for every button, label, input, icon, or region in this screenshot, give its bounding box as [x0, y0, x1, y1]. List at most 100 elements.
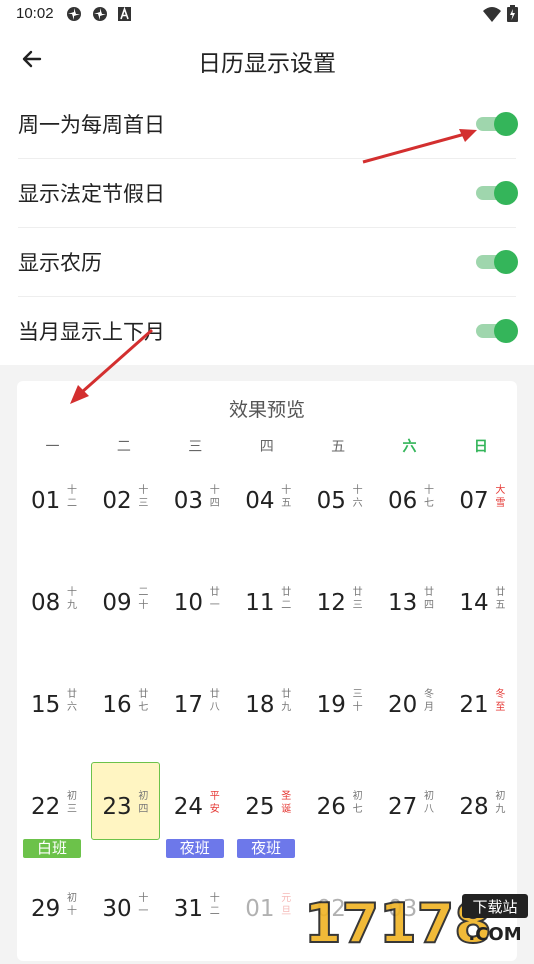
day-number: 17: [173, 692, 204, 718]
calendar-day[interactable]: 16 廿七: [88, 658, 159, 760]
weekday-header: 一: [45, 439, 60, 455]
day-number: 14: [459, 590, 489, 616]
lunar-date: 廿四: [424, 587, 434, 611]
calendar-day[interactable]: 12 廿三: [303, 556, 374, 658]
shift-badge: 夜班: [237, 839, 296, 858]
setting-toggle[interactable]: [474, 319, 518, 343]
calendar-day[interactable]: 05 十六: [303, 454, 374, 556]
pinwheel-icon: [67, 7, 81, 21]
a-icon: [118, 7, 131, 21]
site-watermark-logo: 17178 下载站 .COM: [303, 891, 528, 948]
calendar-day[interactable]: 18 廿九: [231, 658, 302, 760]
day-number: 28: [459, 794, 489, 820]
lunar-date: 十四: [209, 485, 220, 509]
day-number: 11: [245, 590, 275, 616]
svg-text:.COM: .COM: [468, 924, 521, 945]
day-number: 30: [102, 896, 132, 922]
calendar-day[interactable]: 28 初九: [445, 760, 516, 862]
setting-label: 显示法定节假日: [18, 182, 165, 206]
calendar-day[interactable]: 06 十七: [374, 454, 445, 556]
setting-label: 周一为每周首日: [18, 113, 165, 137]
day-number: 06: [388, 488, 418, 514]
lunar-date: 廿二: [281, 587, 292, 611]
calendar-day[interactable]: 21 冬至: [445, 658, 516, 760]
setting-toggle[interactable]: [474, 112, 518, 136]
day-number: 05: [316, 488, 346, 514]
calendar-day[interactable]: 04 十五: [231, 454, 302, 556]
toggle-thumb: [494, 112, 518, 136]
day-number: 01: [245, 896, 275, 922]
calendar-day[interactable]: 30 十一: [88, 862, 159, 964]
calendar-day[interactable]: 01 元旦: [231, 862, 302, 964]
calendar-day[interactable]: 13 廿四: [374, 556, 445, 658]
lunar-date: 十三: [138, 485, 149, 509]
lunar-date: 廿五: [495, 587, 506, 611]
day-number: 21: [459, 692, 489, 718]
day-number: 27: [388, 794, 418, 820]
calendar-day[interactable]: 07 大雪: [445, 454, 516, 556]
calendar-day[interactable]: 19 三十: [303, 658, 374, 760]
calendar-day[interactable]: 24 平安 夜班: [160, 760, 231, 862]
calendar-day[interactable]: 02 十三: [88, 454, 159, 556]
day-number: 29: [31, 896, 61, 922]
weekday-header: 三: [188, 439, 203, 455]
calendar-day[interactable]: 31 十二: [160, 862, 231, 964]
day-number: 07: [459, 488, 489, 514]
shift-badge: 白班: [23, 839, 81, 858]
setting-row[interactable]: 周一为每周首日: [18, 90, 518, 159]
calendar-day[interactable]: 22 初三 白班: [17, 760, 88, 862]
calendar-day[interactable]: 03 十四: [160, 454, 231, 556]
status-bar: 10:02: [0, 0, 534, 30]
lunar-date: 二十: [138, 587, 149, 611]
lunar-date: 十二: [67, 485, 77, 509]
battery-icon: [507, 5, 518, 22]
day-number: 31: [173, 896, 204, 922]
lunar-date: 初十: [67, 893, 77, 917]
day-number: 13: [388, 590, 418, 616]
lunar-date: 初四: [138, 791, 149, 815]
pinwheel-icon: [93, 7, 107, 21]
calendar-day[interactable]: 29 初十: [17, 862, 88, 964]
page-title: 日历显示设置: [198, 51, 336, 77]
calendar-day[interactable]: 17 廿八: [160, 658, 231, 760]
day-number: 01: [31, 488, 61, 514]
lunar-date: 大雪: [495, 485, 506, 509]
lunar-date: 十五: [281, 485, 292, 509]
status-time: 10:02: [16, 5, 54, 22]
lunar-date: 廿八: [209, 689, 220, 713]
setting-row[interactable]: 显示法定节假日: [18, 159, 518, 228]
calendar-day[interactable]: 11 廿二: [231, 556, 302, 658]
lunar-date: 廿七: [138, 689, 149, 713]
lunar-date: 冬至: [495, 689, 506, 713]
calendar-day[interactable]: 20 冬月: [374, 658, 445, 760]
lunar-date: 廿九: [281, 689, 292, 713]
shift-badge: 夜班: [165, 839, 224, 858]
calendar-day-selected[interactable]: 23 初四: [88, 760, 161, 862]
calendar-day[interactable]: 10 廿一: [160, 556, 231, 658]
day-number: 08: [31, 590, 61, 616]
lunar-date: 初九: [495, 791, 506, 815]
calendar-day[interactable]: 14 廿五: [445, 556, 516, 658]
day-number: 16: [102, 692, 132, 718]
calendar-preview: 效果预览 一二三四五六日 01 十二 02 十三 03 十四 04 十五 05 十六 06 十七 07 大雪…: [17, 381, 517, 961]
calendar-day[interactable]: 09 二十: [88, 556, 159, 658]
day-number: 09: [102, 590, 132, 616]
lunar-date: 圣诞: [281, 791, 292, 815]
calendar-day[interactable]: 26 初七: [303, 760, 374, 862]
lunar-date: 初七: [352, 791, 363, 815]
calendar-day[interactable]: 25 圣诞 夜班: [231, 760, 302, 862]
setting-row[interactable]: 显示农历: [18, 228, 518, 297]
lunar-date: 冬月: [424, 689, 434, 713]
calendar-day[interactable]: 01 十二: [17, 454, 88, 556]
calendar-day[interactable]: 08 十九: [17, 556, 88, 658]
app-header: 日历显示设置: [0, 30, 534, 90]
lunar-date: 平安: [209, 791, 220, 815]
setting-toggle[interactable]: [474, 181, 518, 205]
toggle-thumb: [494, 319, 518, 343]
calendar-day[interactable]: 15 廿六: [17, 658, 88, 760]
setting-row[interactable]: 当月显示上下月: [18, 297, 518, 365]
lunar-date: 十七: [424, 485, 434, 509]
setting-toggle[interactable]: [474, 250, 518, 274]
calendar-day[interactable]: 27 初八: [374, 760, 445, 862]
lunar-date: 元旦: [281, 893, 292, 917]
